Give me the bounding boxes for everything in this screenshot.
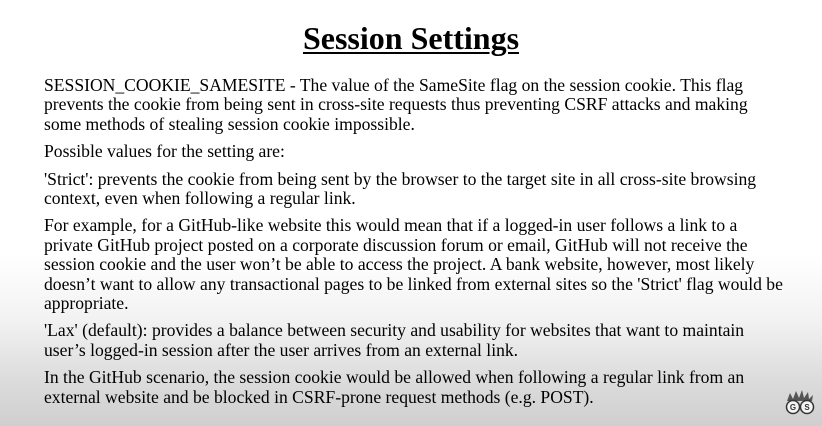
paragraph-possible-values: Possible values for the setting are: xyxy=(44,141,285,162)
paragraph-samesite-description: SESSION_COOKIE_SAMESITE - The value of t… xyxy=(44,75,748,134)
logo-letter-g: G xyxy=(790,403,796,412)
paragraph-lax-example: In the GitHub scenario, the session cook… xyxy=(44,367,745,407)
slide: Session Settings SESSION_COOKIE_SAMESITE… xyxy=(0,0,822,426)
paragraph-strict: 'Strict': prevents the cookie from being… xyxy=(44,168,757,209)
hedgehog-glasses-logo-icon: G S xyxy=(785,390,815,415)
paragraph-strict-example: For example, for a GitHub-like website t… xyxy=(44,215,783,314)
slide-content: SESSION_COOKIE_SAMESITE - The value of t… xyxy=(44,75,784,415)
logo-letter-s: S xyxy=(804,403,810,412)
slide-title: Session Settings xyxy=(302,20,520,56)
paragraph-lax: 'Lax' (default): provides a balance betw… xyxy=(44,320,745,360)
